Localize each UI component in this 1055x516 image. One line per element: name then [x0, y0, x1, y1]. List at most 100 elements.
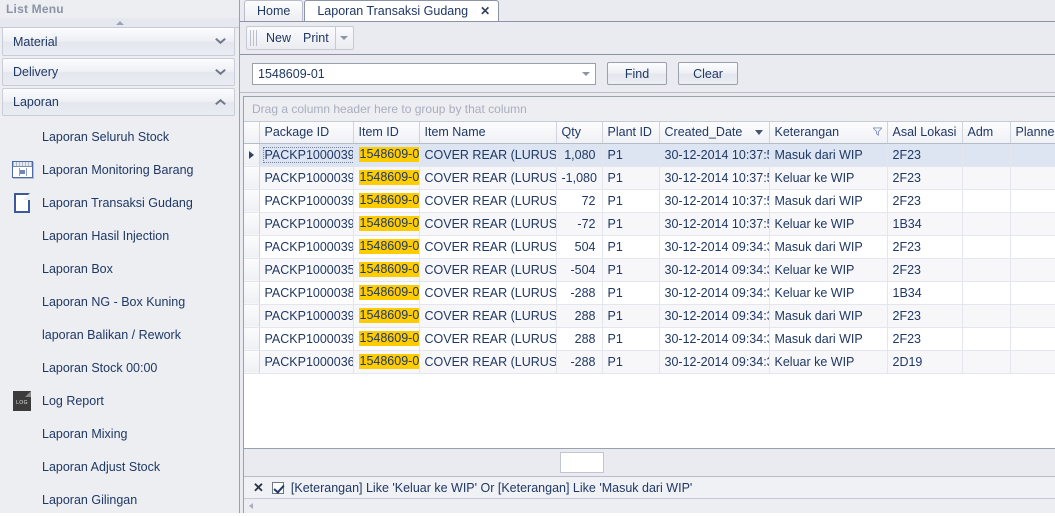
- cell-asal_lokasi[interactable]: 2F23: [887, 166, 963, 190]
- cell-item_id[interactable]: 1548609-01: [353, 350, 420, 374]
- sidebar-item-laporan-ng-box-kuning[interactable]: Laporan NG - Box Kuning: [0, 285, 239, 318]
- sidebar-accordion-laporan[interactable]: Laporan: [2, 88, 235, 116]
- cell-created_date[interactable]: 30-12-2014 09:34:39: [659, 258, 770, 282]
- find-button[interactable]: Find: [607, 62, 667, 85]
- tab-laporan-transaksi-gudang[interactable]: Laporan Transaksi Gudang ✕: [304, 0, 500, 21]
- cell-adm[interactable]: [962, 189, 1011, 213]
- cell-item_id[interactable]: 1548609-01: [353, 281, 420, 305]
- cell-adm[interactable]: [962, 143, 1011, 167]
- sidebar-item-laporan-gilingan[interactable]: Laporan Gilingan: [0, 483, 239, 516]
- cell-adm[interactable]: [962, 166, 1011, 190]
- cell-item_name[interactable]: COVER REAR (LURUS): [419, 281, 557, 305]
- cell-adm[interactable]: [962, 304, 1011, 328]
- row-indicator-cell[interactable]: [244, 304, 260, 328]
- table-row[interactable]: PACKP100003907 1548609-01COVER REAR (LURU…: [244, 212, 1055, 236]
- cell-planner[interactable]: [1010, 304, 1055, 328]
- row-indicator-cell[interactable]: [244, 212, 260, 236]
- cell-plant_id[interactable]: P1: [602, 304, 660, 328]
- cell-package_id[interactable]: PACKP100003907: [259, 212, 354, 236]
- cell-asal_lokasi[interactable]: 1B34: [887, 212, 963, 236]
- cell-adm[interactable]: [962, 281, 1011, 305]
- row-indicator-cell[interactable]: [244, 281, 260, 305]
- cell-created_date[interactable]: 30-12-2014 10:37:50: [659, 212, 770, 236]
- cell-created_date[interactable]: 30-12-2014 09:34:38: [659, 350, 770, 374]
- table-row[interactable]: PACKP100003899 1548609-01COVER REAR (LURU…: [244, 281, 1055, 305]
- cell-asal_lokasi[interactable]: 2F23: [887, 143, 963, 167]
- sidebar-item-laporan-stock-0000[interactable]: Laporan Stock 00:00: [0, 351, 239, 384]
- cell-created_date[interactable]: 30-12-2014 10:37:51: [659, 166, 770, 190]
- new-button[interactable]: New: [260, 27, 297, 49]
- row-indicator-cell[interactable]: [244, 189, 260, 213]
- cell-planner[interactable]: [1010, 327, 1055, 351]
- cell-item_id[interactable]: 1548609-01: [353, 143, 420, 167]
- cell-package_id[interactable]: PACKP100003908: [259, 189, 354, 213]
- cell-created_date[interactable]: 30-12-2014 09:34:38: [659, 327, 770, 351]
- cell-keterangan[interactable]: Masuk dari WIP: [769, 143, 888, 167]
- cell-item_id[interactable]: 1548609-01: [353, 327, 420, 351]
- filter-enabled-checkbox[interactable]: [271, 481, 284, 494]
- sidebar-item-laporan-balikan-rework[interactable]: laporan Balikan / Rework: [0, 318, 239, 351]
- cell-item_name[interactable]: COVER REAR (LURUS): [419, 327, 557, 351]
- column-header-plant-id[interactable]: Plant ID: [602, 122, 660, 144]
- cell-adm[interactable]: [962, 350, 1011, 374]
- cell-keterangan[interactable]: Keluar ke WIP: [769, 166, 888, 190]
- tab-home[interactable]: Home: [244, 0, 304, 21]
- column-header-item-name[interactable]: Item Name: [419, 122, 557, 144]
- cell-plant_id[interactable]: P1: [602, 166, 660, 190]
- sidebar-scroll-up-button[interactable]: [0, 18, 239, 28]
- cell-planner[interactable]: [1010, 258, 1055, 282]
- drag-handle-icon[interactable]: [250, 30, 258, 46]
- table-row[interactable]: PACKP100003901 1548609-01COVER REAR (LURU…: [244, 235, 1055, 259]
- print-button[interactable]: Print: [297, 27, 335, 49]
- row-indicator-cell[interactable]: [244, 350, 260, 374]
- cell-plant_id[interactable]: P1: [602, 350, 660, 374]
- sidebar-item-laporan-adjust-stock[interactable]: Laporan Adjust Stock: [0, 450, 239, 483]
- column-header-package-id[interactable]: Package ID: [259, 122, 354, 144]
- cell-item_name[interactable]: COVER REAR (LURUS): [419, 350, 557, 374]
- cell-keterangan[interactable]: Keluar ke WIP: [769, 258, 888, 282]
- column-header-asal-lokasi[interactable]: Asal Lokasi: [887, 122, 963, 144]
- search-combobox[interactable]: [252, 62, 596, 85]
- cell-adm[interactable]: [962, 327, 1011, 351]
- cell-item_id[interactable]: 1548609-01: [353, 189, 420, 213]
- scroll-left-button[interactable]: [244, 500, 257, 513]
- cell-qty[interactable]: -72: [556, 212, 603, 236]
- cell-planner[interactable]: [1010, 212, 1055, 236]
- cell-item_id[interactable]: 1548609-01: [353, 258, 420, 282]
- cell-item_id[interactable]: 1548609-01: [353, 166, 420, 190]
- cell-asal_lokasi[interactable]: 2F23: [887, 304, 963, 328]
- cell-plant_id[interactable]: P1: [602, 235, 660, 259]
- cell-plant_id[interactable]: P1: [602, 327, 660, 351]
- cell-adm[interactable]: [962, 258, 1011, 282]
- sidebar-item-laporan-monitoring-barang[interactable]: Laporan Monitoring Barang: [0, 153, 239, 186]
- cell-plant_id[interactable]: P1: [602, 189, 660, 213]
- column-header-created-date[interactable]: Created_Date: [659, 122, 770, 144]
- column-header-adm[interactable]: Adm: [962, 122, 1011, 144]
- cell-qty[interactable]: 288: [556, 327, 603, 351]
- cell-keterangan[interactable]: Masuk dari WIP: [769, 327, 888, 351]
- sidebar-item-laporan-transaksi-gudang[interactable]: Laporan Transaksi Gudang: [0, 186, 239, 219]
- cell-item_name[interactable]: COVER REAR (LURUS): [419, 235, 557, 259]
- sidebar-accordion-delivery[interactable]: Delivery: [2, 58, 235, 86]
- cell-qty[interactable]: 288: [556, 304, 603, 328]
- cell-keterangan[interactable]: Masuk dari WIP: [769, 235, 888, 259]
- cell-qty[interactable]: -1,080: [556, 166, 603, 190]
- cell-package_id[interactable]: PACKP100003899: [259, 281, 354, 305]
- cell-item_id[interactable]: 1548609-01: [353, 212, 420, 236]
- cell-created_date[interactable]: 30-12-2014 09:34:38: [659, 304, 770, 328]
- cell-created_date[interactable]: 30-12-2014 10:37:51: [659, 143, 770, 167]
- toolbar-overflow-button[interactable]: [334, 27, 353, 49]
- cell-planner[interactable]: [1010, 281, 1055, 305]
- cell-item_name[interactable]: COVER REAR (LURUS): [419, 189, 557, 213]
- row-indicator-cell[interactable]: [244, 327, 260, 351]
- table-row[interactable]: PACKP100003901 1548609-01COVER REAR (LURU…: [244, 166, 1055, 190]
- sidebar-item-log-report[interactable]: LOG Log Report: [0, 384, 239, 417]
- cell-item_name[interactable]: COVER REAR (LURUS): [419, 258, 557, 282]
- cell-plant_id[interactable]: P1: [602, 258, 660, 282]
- table-row[interactable]: PACKP100003901 1548609-01COVER REAR (LURU…: [244, 327, 1055, 351]
- filter-funnel-icon[interactable]: [872, 127, 882, 136]
- table-row[interactable]: PACKP100003908 1548609-01COVER REAR (LURU…: [244, 189, 1055, 213]
- clear-button[interactable]: Clear: [678, 62, 738, 85]
- cell-adm[interactable]: [962, 212, 1011, 236]
- table-row[interactable]: PACKP100003908 1548609-01COVER REAR (LURU…: [244, 143, 1055, 167]
